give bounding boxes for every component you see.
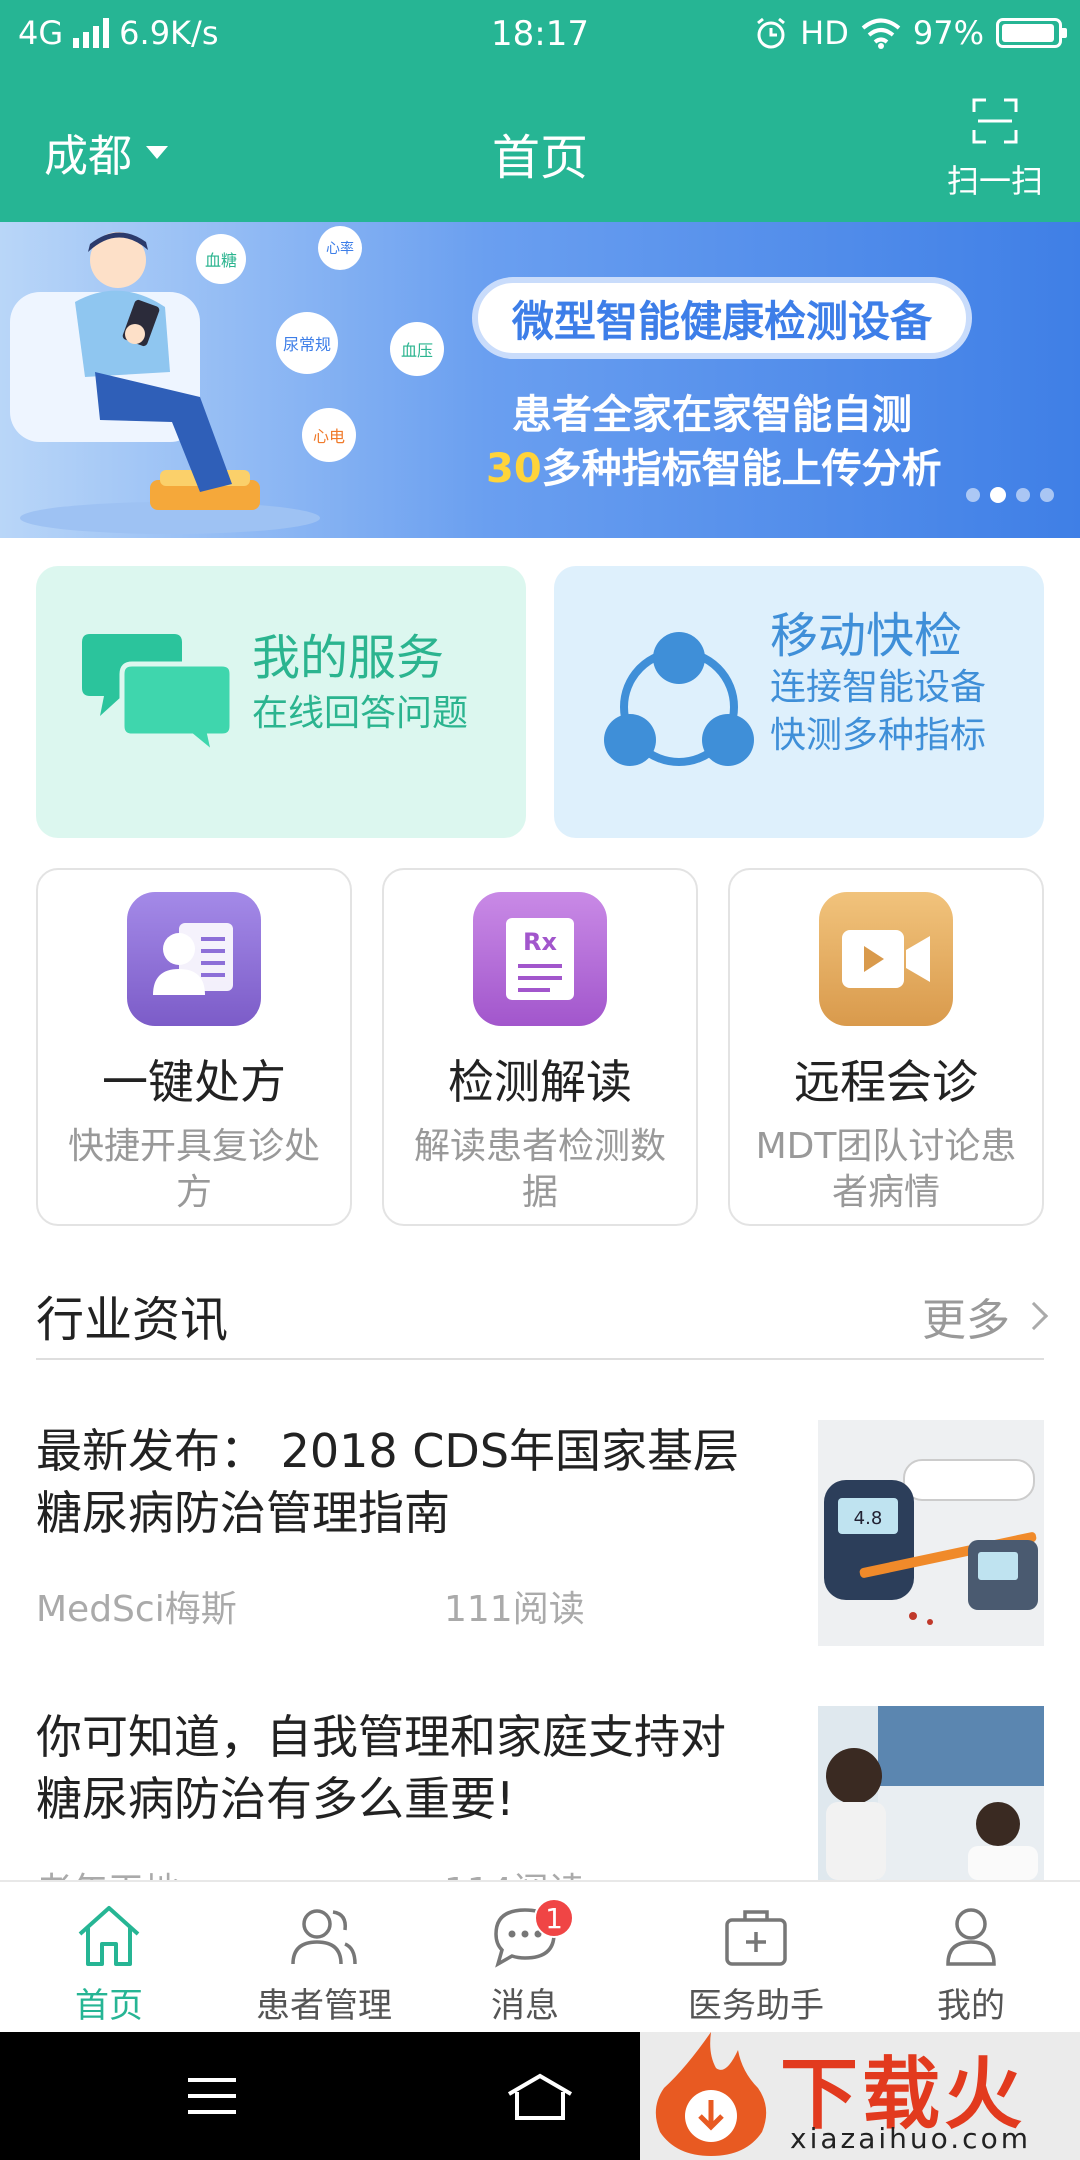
promo-banner[interactable]: 血糖 尿常规 血压 心电 心率 微型智能健康检测设备 患者全家在家智能自测 30… — [0, 222, 1080, 538]
article-source: MedSci梅斯 — [36, 1589, 237, 1630]
news-more-label: 更多 — [922, 1295, 1010, 1346]
carousel-dot[interactable] — [966, 488, 980, 502]
prescription-contact-icon — [127, 892, 261, 1026]
banner-subline-2-text: 多种指标智能上传分析 — [541, 446, 942, 492]
news-section-header: 行业资讯 更多 — [36, 1274, 1049, 1360]
bubble-ecg: 心电 — [302, 408, 356, 462]
my-service-title: 我的服务 — [252, 630, 445, 686]
tool-remote-consult-title: 远程会诊 — [794, 1055, 978, 1109]
banner-subline-2: 30多种指标智能上传分析 — [486, 436, 942, 494]
alarm-icon — [757, 17, 786, 49]
bottom-tab-bar: 首页 患者管理 1 消息 医务助手 我的 — [0, 1880, 1080, 2032]
bubble-heart-rate: 心率 — [318, 226, 362, 270]
carousel-dot-active[interactable] — [990, 487, 1006, 503]
tool-prescription-title: 一键处方 — [102, 1055, 286, 1109]
battery-percent: 97% — [912, 14, 984, 52]
bubble-urine: 尿常规 — [276, 312, 338, 374]
tool-test-reading[interactable]: Rx 检测解读 解读患者检测数据 — [382, 868, 698, 1226]
chevron-right-icon — [1019, 1301, 1049, 1331]
message-badge: 1 — [534, 1898, 574, 1938]
home-icon — [78, 1906, 140, 1966]
tab-patients-label: 患者管理 — [256, 1986, 392, 2026]
news-more-link[interactable]: 更多 — [922, 1284, 1049, 1348]
watermark-url: xiazaihuo.com — [790, 2122, 1031, 2155]
users-icon — [291, 1909, 357, 1965]
svg-text:4.8: 4.8 — [854, 1508, 883, 1529]
tool-remote-consult[interactable]: 远程会诊 MDT团队讨论患者病情 — [728, 868, 1044, 1226]
tab-home-label: 首页 — [75, 1986, 143, 2026]
bubble-blood-pressure: 血压 — [390, 322, 444, 376]
news-section-title: 行业资讯 — [36, 1292, 229, 1348]
tool-prescription-desc: 快捷开具复诊处方 — [67, 1126, 320, 1213]
status-bar: 4G 6.9K/s 18:17 HD 97% — [0, 0, 1080, 72]
hd-indicator: HD — [800, 14, 849, 52]
page-title: 首页 — [491, 130, 588, 186]
tool-prescription[interactable]: 一键处方 快捷开具复诊处方 — [36, 868, 352, 1226]
home-nav-icon[interactable] — [505, 2072, 575, 2122]
banner-highlight: 30 — [486, 446, 542, 492]
quick-check-desc: 连接智能设备快测多种指标 — [770, 667, 987, 756]
article-title: 你可知道，自我管理和家庭支持对糖尿病防治有多么重要! — [36, 1710, 726, 1826]
site-watermark: 下载火 xiazaihuo.com — [640, 2024, 1080, 2160]
tab-home[interactable]: 首页 — [64, 1904, 154, 2027]
share-nodes-icon — [604, 632, 754, 766]
news-article[interactable]: 你可知道，自我管理和家庭支持对糖尿病防治有多么重要! 老年王地 114阅读 — [36, 1706, 1044, 1880]
profile-icon — [946, 1908, 996, 1966]
svg-text:Rx: Rx — [523, 928, 557, 956]
tab-profile-label: 我的 — [937, 1986, 1005, 2026]
app-header: 成都 首页 扫一扫 — [0, 72, 1080, 222]
quick-check-title: 移动快检 — [770, 608, 963, 664]
banner-headline: 微型智能健康检测设备 — [472, 277, 972, 359]
status-right: HD 97% — [754, 14, 1067, 52]
rx-document-icon: Rx — [473, 892, 607, 1026]
banner-subline-1: 患者全家在家智能自测 — [512, 392, 912, 438]
battery-icon — [996, 18, 1067, 48]
my-service-card[interactable]: 我的服务 在线回答问题 — [36, 566, 526, 838]
quick-check-card[interactable]: 移动快检 连接智能设备快测多种指标 — [554, 566, 1044, 838]
tab-profile[interactable]: 我的 — [926, 1904, 1016, 2027]
carousel-dot[interactable] — [1040, 488, 1054, 502]
scan-icon — [972, 98, 1018, 144]
article-reads: 114阅读 — [444, 1862, 585, 1880]
carousel-dots — [966, 487, 1054, 503]
scan-button[interactable]: 扫一扫 — [940, 98, 1050, 202]
my-service-desc: 在线回答问题 — [252, 693, 469, 734]
scan-label: 扫一扫 — [946, 162, 1043, 200]
article-thumbnail: 4.8 — [818, 1420, 1044, 1646]
medical-kit-icon — [725, 1910, 787, 1966]
tab-medical-assistant-label: 医务助手 — [688, 1986, 824, 2026]
tool-test-reading-title: 检测解读 — [448, 1055, 632, 1109]
article-source: 老年王地 — [36, 1862, 180, 1880]
tab-medical-assistant[interactable]: 医务助手 — [686, 1904, 826, 2027]
carousel-dot[interactable] — [1016, 488, 1030, 502]
menu-icon[interactable] — [184, 2074, 240, 2118]
article-title: 最新发布： 2018 CDS年国家基层糖尿病防治管理指南 — [36, 1424, 740, 1540]
tab-patients[interactable]: 患者管理 — [254, 1904, 394, 2027]
tab-messages-label: 消息 — [491, 1986, 559, 2026]
wifi-icon — [861, 18, 901, 49]
news-article[interactable]: 最新发布： 2018 CDS年国家基层糖尿病防治管理指南 MedSci梅斯 11… — [36, 1420, 1044, 1646]
video-camera-icon — [819, 892, 953, 1026]
chat-bubbles-icon — [82, 634, 232, 756]
bubble-blood-sugar: 血糖 — [196, 234, 246, 284]
tool-test-reading-desc: 解读患者检测数据 — [413, 1126, 666, 1213]
article-thumbnail — [818, 1706, 1044, 1880]
article-reads: 111阅读 — [444, 1589, 585, 1630]
flame-logo-icon — [655, 2032, 767, 2156]
tool-remote-consult-desc: MDT团队讨论患者病情 — [755, 1126, 1017, 1213]
tab-messages[interactable]: 1 消息 — [480, 1898, 574, 2027]
